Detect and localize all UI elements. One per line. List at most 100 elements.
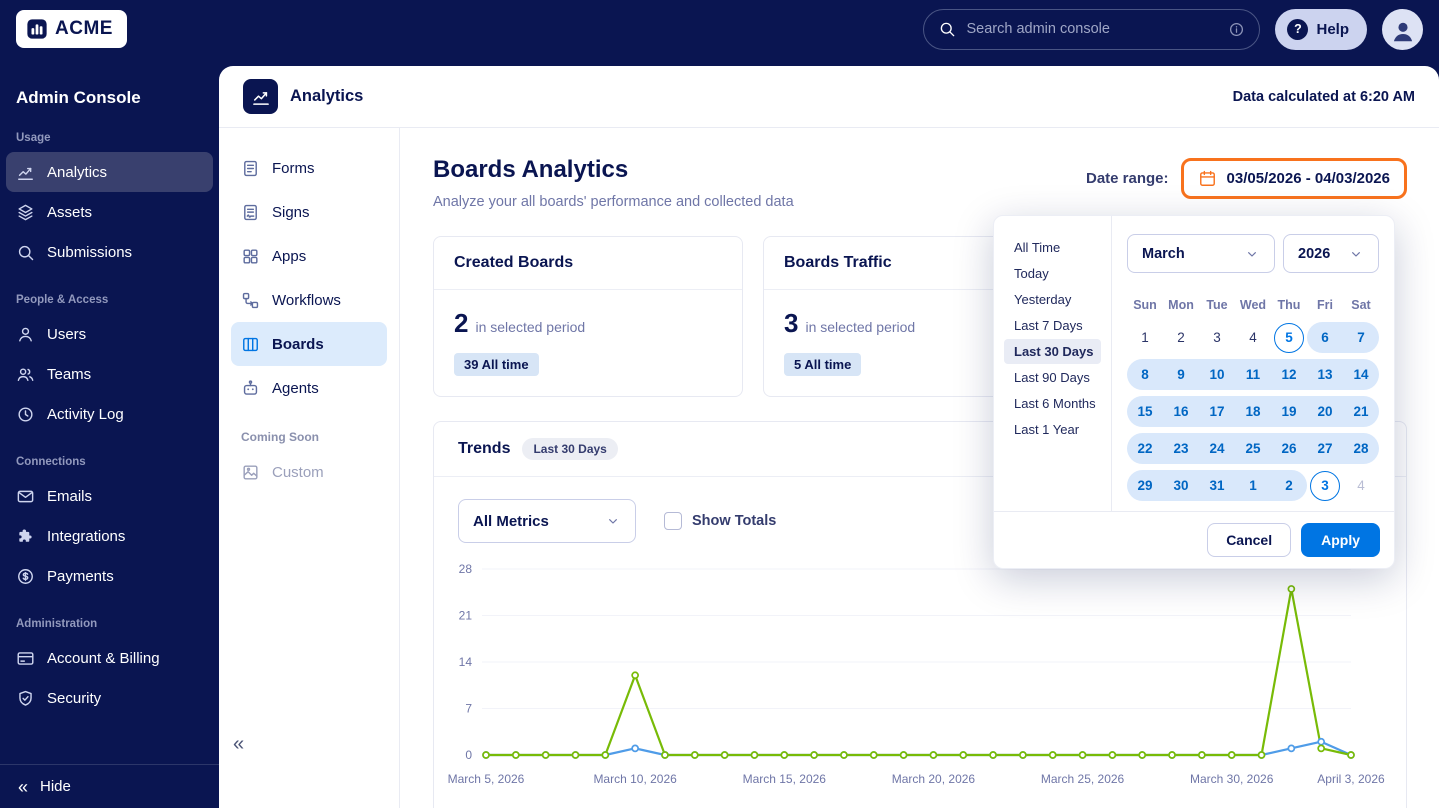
checkbox-box[interactable]: [664, 512, 682, 530]
sidebar-item-users[interactable]: Users: [6, 314, 213, 354]
preset-all-time[interactable]: All Time: [1004, 235, 1101, 260]
date-presets-list: All Time Today Yesterday Last 7 Days Last 30…: [994, 216, 1112, 511]
date-range-input[interactable]: 03/05/2026 - 04/03/2026: [1180, 158, 1407, 199]
subnav-item-apps[interactable]: Apps: [231, 234, 387, 278]
subnav-item-label: Apps: [272, 247, 307, 265]
calendar-day[interactable]: 4: [1343, 470, 1379, 501]
calendar-day[interactable]: 22: [1127, 433, 1163, 464]
preset-last-90-days[interactable]: Last 90 Days: [1004, 365, 1101, 390]
sidebar-item-account-billing[interactable]: Account & Billing: [6, 638, 213, 678]
series-line-blue-metric: [486, 740, 1352, 757]
calendar-day[interactable]: 8: [1127, 359, 1163, 390]
avatar[interactable]: [1382, 8, 1423, 50]
double-chevron-left-icon: «: [233, 733, 245, 755]
admin-search[interactable]: [923, 8, 1261, 50]
x-tick: March 30, 2026: [1190, 772, 1274, 786]
calendar-day[interactable]: 1: [1235, 470, 1271, 501]
y-tick: 21: [459, 609, 473, 623]
calendar-grid: 1 2 3 4 5 6 7 8 9 10 11 12 13 14 15 16 17 18 19 20 21 22 23 24 2…: [1127, 322, 1379, 501]
sidebar-item-emails[interactable]: Emails: [6, 476, 213, 516]
sidebar-item-assets[interactable]: Assets: [6, 192, 213, 232]
chevron-down-icon: [605, 513, 621, 529]
weekday-label: Sun: [1133, 298, 1157, 312]
year-select[interactable]: 2026: [1283, 234, 1379, 273]
calendar-day[interactable]: 21: [1343, 396, 1379, 427]
calendar-day[interactable]: 30: [1163, 470, 1199, 501]
stat-value: 3: [784, 308, 799, 338]
sidebar-item-integrations[interactable]: Integrations: [6, 516, 213, 556]
subnav-item-agents[interactable]: Agents: [231, 366, 387, 410]
calendar-day[interactable]: 13: [1307, 359, 1343, 390]
chevron-down-icon: [1244, 246, 1260, 262]
calendar-day[interactable]: 3: [1307, 470, 1343, 501]
card-icon: [16, 649, 35, 668]
calendar-day[interactable]: 4: [1235, 322, 1271, 353]
calendar-day[interactable]: 29: [1127, 470, 1163, 501]
subnav-item-signs[interactable]: Signs: [231, 190, 387, 234]
sidebar-item-payments[interactable]: Payments: [6, 556, 213, 596]
apply-button[interactable]: Apply: [1301, 523, 1380, 557]
calendar-day[interactable]: 26: [1271, 433, 1307, 464]
calendar-day[interactable]: 20: [1307, 396, 1343, 427]
preset-last-30-days[interactable]: Last 30 Days: [1004, 339, 1101, 364]
calendar-day[interactable]: 25: [1235, 433, 1271, 464]
calendar-day[interactable]: 17: [1199, 396, 1235, 427]
preset-yesterday[interactable]: Yesterday: [1004, 287, 1101, 312]
subnav-item-boards[interactable]: Boards: [231, 322, 387, 366]
calendar-day[interactable]: 3: [1199, 322, 1235, 353]
clock-icon: [16, 405, 35, 424]
calendar-day[interactable]: 27: [1307, 433, 1343, 464]
calendar-day[interactable]: 10: [1199, 359, 1235, 390]
month-select[interactable]: March: [1127, 234, 1275, 273]
sidebar-item-label: Security: [47, 689, 102, 707]
sidebar-item-analytics[interactable]: Analytics: [6, 152, 213, 192]
subnav-item-label: Forms: [272, 159, 315, 177]
preset-today[interactable]: Today: [1004, 261, 1101, 286]
calendar-day[interactable]: 28: [1343, 433, 1379, 464]
preset-last-7-days[interactable]: Last 7 Days: [1004, 313, 1101, 338]
preset-last-1-year[interactable]: Last 1 Year: [1004, 417, 1101, 442]
calendar-day[interactable]: 23: [1163, 433, 1199, 464]
calendar-day[interactable]: 1: [1127, 322, 1163, 353]
calendar-day[interactable]: 6: [1307, 322, 1343, 353]
sign-icon: [241, 203, 260, 222]
calendar-day[interactable]: 7: [1343, 322, 1379, 353]
sidebar-item-label: Submissions: [47, 243, 133, 261]
calendar-day[interactable]: 19: [1271, 396, 1307, 427]
calendar-day[interactable]: 31: [1199, 470, 1235, 501]
sidebar-item-activity-log[interactable]: Activity Log: [6, 394, 213, 434]
cancel-button[interactable]: Cancel: [1207, 523, 1292, 557]
calendar-day[interactable]: 24: [1199, 433, 1235, 464]
sidebar-item-label: Assets: [47, 203, 93, 221]
calendar-day[interactable]: 9: [1163, 359, 1199, 390]
calendar-day[interactable]: 16: [1163, 396, 1199, 427]
chevron-down-icon: [1348, 246, 1364, 262]
sidebar-item-teams[interactable]: Teams: [6, 354, 213, 394]
calendar-day[interactable]: 12: [1271, 359, 1307, 390]
calendar-day[interactable]: 2: [1271, 470, 1307, 501]
subnav-item-workflows[interactable]: Workflows: [231, 278, 387, 322]
y-tick: 14: [459, 655, 473, 669]
chart-line-icon: [251, 87, 271, 107]
collapse-subnav-button[interactable]: «: [233, 733, 244, 756]
selected-day-ring: 3: [1310, 470, 1340, 501]
help-button[interactable]: ? Help: [1275, 8, 1367, 50]
subnav-item-forms[interactable]: Forms: [231, 146, 387, 190]
subnav-item-custom[interactable]: Custom: [231, 450, 387, 494]
calendar-day[interactable]: 5: [1271, 322, 1307, 353]
hide-sidebar-button[interactable]: « Hide: [0, 764, 219, 808]
month-select-value: March: [1142, 245, 1185, 262]
calendar-day[interactable]: 15: [1127, 396, 1163, 427]
acme-logo[interactable]: ACME: [16, 10, 127, 48]
preset-last-6-months[interactable]: Last 6 Months: [1004, 391, 1101, 416]
metrics-select-value: All Metrics: [473, 512, 549, 530]
search-input[interactable]: [966, 21, 1219, 37]
sidebar-item-submissions[interactable]: Submissions: [6, 232, 213, 272]
calendar-day[interactable]: 18: [1235, 396, 1271, 427]
calendar-day[interactable]: 11: [1235, 359, 1271, 390]
calendar-day[interactable]: 2: [1163, 322, 1199, 353]
show-totals-checkbox[interactable]: Show Totals: [664, 512, 776, 530]
calendar-day[interactable]: 14: [1343, 359, 1379, 390]
sidebar-item-security[interactable]: Security: [6, 678, 213, 718]
metrics-select[interactable]: All Metrics: [458, 499, 636, 543]
